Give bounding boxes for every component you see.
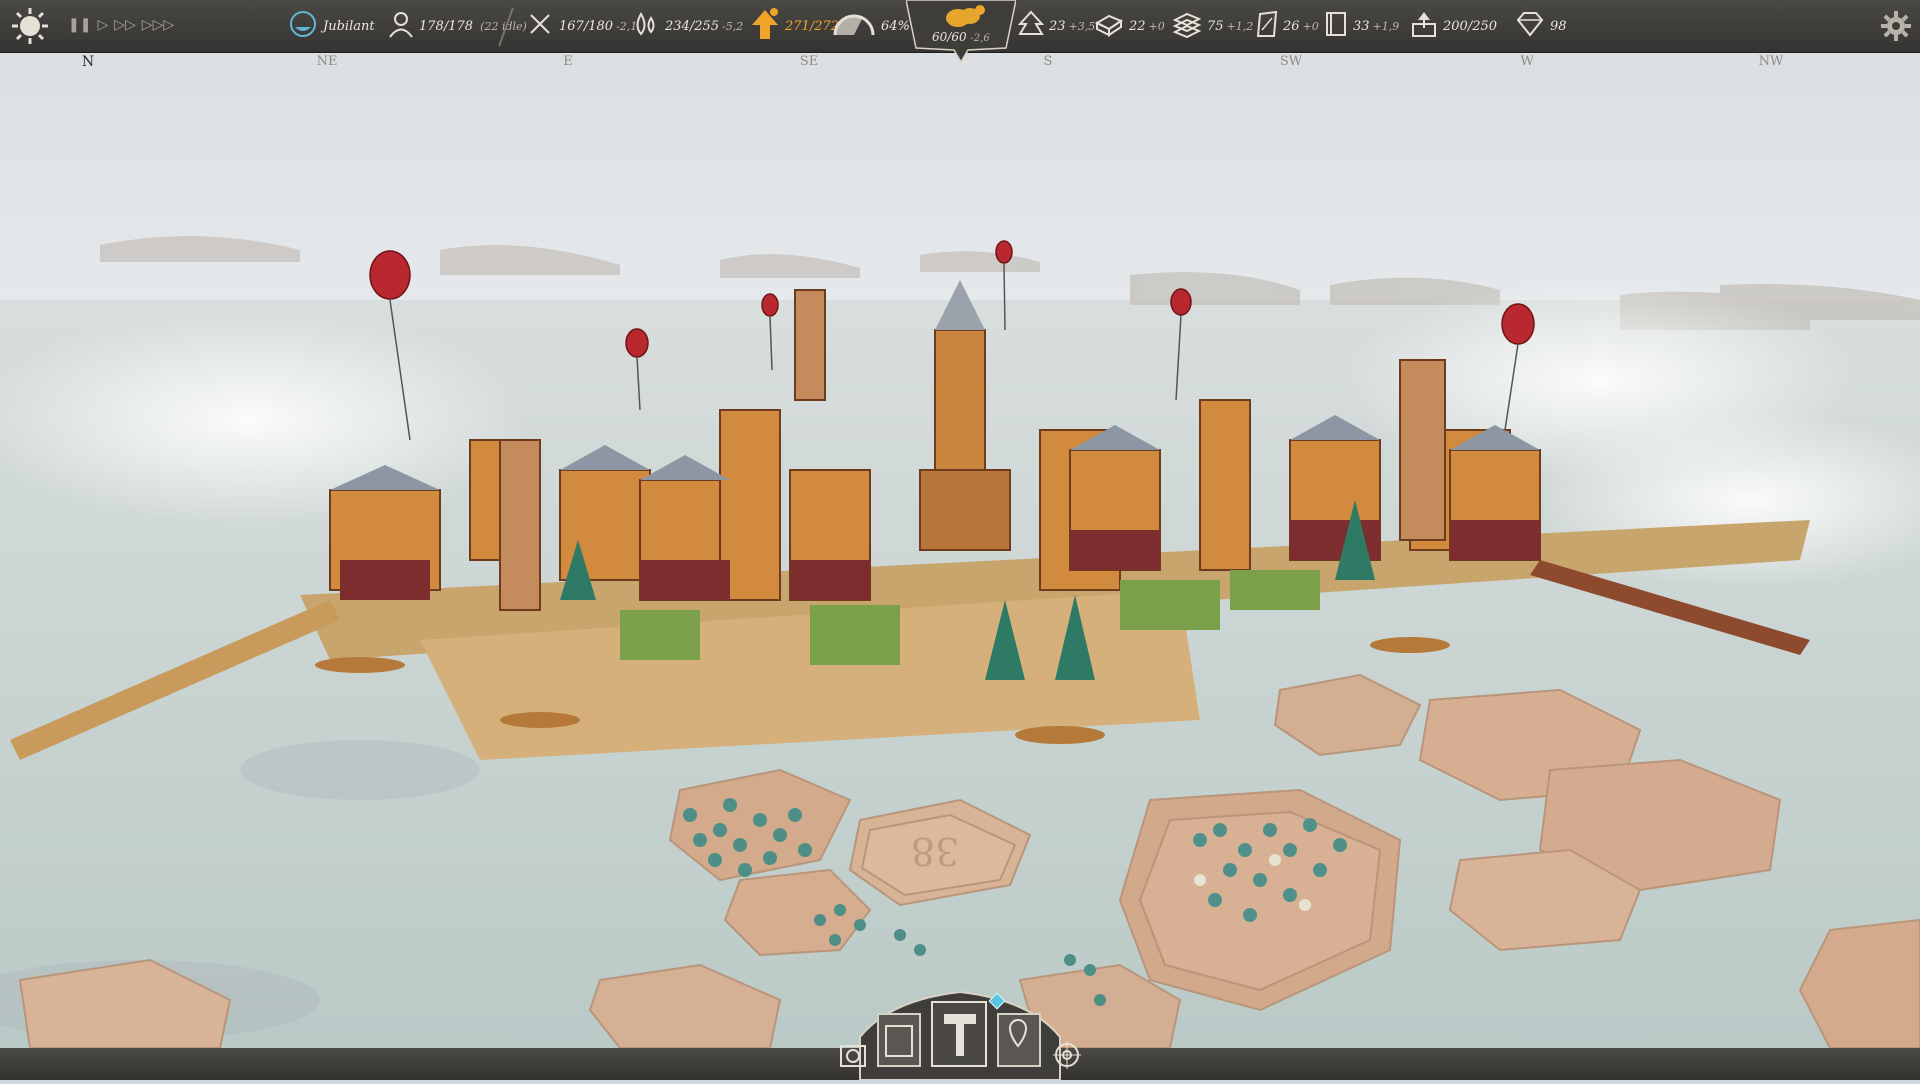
mood-indicator[interactable]: Jubilant <box>288 0 375 52</box>
person-icon <box>388 10 414 42</box>
fastest-forward-icon[interactable]: ▷▷▷ <box>142 17 174 33</box>
block-icon <box>1094 11 1124 41</box>
planks-value: 75 <box>1207 18 1224 34</box>
water-delta: -5,2 <box>722 19 744 33</box>
center-value: 60/60 <box>932 30 967 44</box>
game-speed-controls: ❚❚ ▷ ▷▷ ▷▷▷ <box>68 17 174 33</box>
mood-label: Jubilant <box>323 18 375 34</box>
map-button[interactable] <box>996 1012 1042 1068</box>
speedometer-icon <box>832 11 876 41</box>
wood-counter[interactable]: 23 +3,5 <box>1017 0 1096 52</box>
wood-value: 23 <box>1049 18 1066 34</box>
center-delta: -2,6 <box>970 33 990 44</box>
fast-forward-icon[interactable]: ▷▷ <box>114 17 136 33</box>
compass-sw: SW <box>1279 54 1303 69</box>
fabric-delta: +0 <box>1302 19 1319 33</box>
fabric-counter[interactable]: 26 +0 <box>1256 0 1319 52</box>
sun-icon <box>10 8 50 50</box>
water-drops-icon <box>632 10 660 42</box>
target-button[interactable] <box>1052 1040 1082 1070</box>
target-icon <box>1052 1041 1082 1074</box>
camera-button[interactable] <box>838 1040 868 1070</box>
wood-delta: +3,5 <box>1068 19 1096 33</box>
storage-value: 200/250 <box>1443 18 1498 34</box>
compass-s: S <box>1043 54 1053 69</box>
food-value: 167/180 <box>559 18 614 34</box>
fork-knife-icon <box>526 10 554 42</box>
map-pin-icon <box>996 1013 1042 1072</box>
fabric-value: 26 <box>1283 18 1300 34</box>
stone-value: 22 <box>1129 18 1146 34</box>
books-delta: +1,9 <box>1372 19 1400 33</box>
lift-arrow-icon <box>750 7 780 45</box>
fabric-icon <box>1256 10 1278 42</box>
tree-icon <box>1017 10 1045 42</box>
book-icon <box>876 1013 922 1072</box>
lift-value: 271/272 <box>785 18 840 34</box>
population-value: 178/178 <box>419 18 474 34</box>
game-scene-city-view[interactable]: 38 <box>0 0 1920 1080</box>
compass-ne: NE <box>316 54 338 69</box>
planks-icon <box>1172 10 1202 42</box>
stone-delta: +0 <box>1148 19 1165 33</box>
diamond-icon <box>1515 10 1545 42</box>
compass-e: E <box>563 54 573 69</box>
gems-counter[interactable]: 98 <box>1515 0 1567 52</box>
storage-counter[interactable]: 200/250 <box>1410 0 1497 52</box>
storage-icon <box>1410 10 1438 42</box>
lift-counter[interactable]: 271/272 <box>750 0 839 52</box>
compass-nw: NW <box>1758 54 1784 69</box>
planks-delta: +1,2 <box>1226 19 1254 33</box>
gear-icon <box>1880 11 1912 46</box>
books-counter[interactable]: 33 +1,9 <box>1324 0 1399 52</box>
water-counter[interactable]: 234/255 -5,2 <box>632 0 743 52</box>
day-night-indicator[interactable] <box>10 6 50 46</box>
water-value: 234/255 <box>665 18 720 34</box>
settings-button[interactable] <box>1880 10 1912 42</box>
stone-counter[interactable]: 22 +0 <box>1094 0 1165 52</box>
gems-value: 98 <box>1550 18 1567 34</box>
food-counter[interactable]: 167/180 -2,1 <box>526 0 637 52</box>
blueprints-button[interactable] <box>876 1012 922 1068</box>
pause-icon[interactable]: ❚❚ <box>68 17 91 33</box>
speed-gauge[interactable]: 64% <box>832 0 910 52</box>
island-number-label: 38 <box>911 829 959 873</box>
compass-w: W <box>1520 54 1534 69</box>
books-value: 33 <box>1353 18 1370 34</box>
play-icon[interactable]: ▷ <box>97 17 108 33</box>
camera-icon <box>838 1045 868 1074</box>
planks-counter[interactable]: 75 +1,2 <box>1172 0 1253 52</box>
build-button[interactable] <box>930 1000 988 1068</box>
hammer-icon <box>930 1001 988 1072</box>
book-icon <box>1324 10 1348 42</box>
mood-face-icon <box>288 9 318 43</box>
compass-se: SE <box>799 54 819 69</box>
compass-n: N <box>81 54 95 70</box>
center-status-text: 60/60 -2,6 <box>932 30 990 44</box>
